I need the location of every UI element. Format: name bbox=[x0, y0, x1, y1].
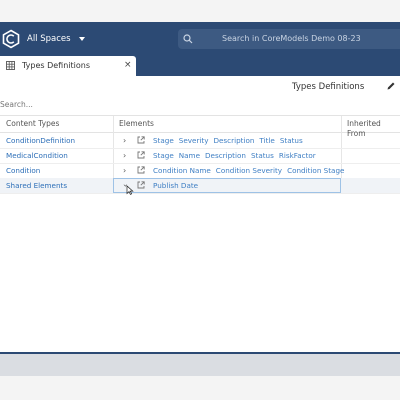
element-list: Condition Name Condition Severity Conditio… bbox=[153, 163, 349, 178]
spaces-label: All Spaces bbox=[27, 34, 71, 44]
spaces-dropdown[interactable]: All Spaces bbox=[27, 31, 85, 47]
main-panel: Types Definitions Search... Content Type… bbox=[0, 76, 400, 352]
element-chip[interactable]: Condition Name bbox=[153, 166, 211, 175]
caret-down-icon bbox=[78, 37, 85, 41]
content-type-link[interactable]: Condition bbox=[6, 163, 40, 178]
element-chip[interactable]: Status bbox=[251, 151, 274, 160]
pencil-icon[interactable] bbox=[386, 81, 396, 91]
element-chip[interactable]: Description bbox=[213, 136, 254, 145]
element-chip[interactable]: RiskFactor bbox=[279, 151, 316, 160]
element-chip[interactable]: Name bbox=[179, 151, 200, 160]
table-row[interactable]: ConditionDefinition › Stage Severity Descr… bbox=[0, 133, 400, 149]
element-list: Publish Date bbox=[153, 178, 203, 193]
column-header-content-types[interactable]: Content Types bbox=[6, 119, 59, 129]
element-chip[interactable]: Condition Stage bbox=[287, 166, 344, 175]
element-chip[interactable]: Condition Severity bbox=[216, 166, 282, 175]
table-row-selected[interactable]: Shared Elements › Publish Date bbox=[0, 178, 400, 195]
external-link-icon[interactable] bbox=[137, 151, 145, 159]
app-header: All Spaces Search in CoreModels Demo 08-… bbox=[0, 22, 400, 56]
cursor-icon bbox=[126, 185, 134, 195]
content-type-link[interactable]: MedicalCondition bbox=[6, 148, 68, 163]
chevron-right-icon[interactable]: › bbox=[123, 148, 126, 163]
element-chip[interactable]: Publish Date bbox=[153, 181, 198, 190]
content-type-link[interactable]: ConditionDefinition bbox=[6, 133, 75, 148]
external-link-icon[interactable] bbox=[137, 181, 145, 189]
table-row[interactable]: MedicalCondition › Stage Name Description S… bbox=[0, 148, 400, 164]
selected-cell-outline bbox=[113, 178, 341, 193]
tab-types-definitions[interactable]: Types Definitions × bbox=[0, 56, 136, 76]
search-placeholder: Search in CoreModels Demo 08-23 bbox=[222, 34, 361, 43]
column-header-elements[interactable]: Elements bbox=[119, 119, 154, 129]
external-link-icon[interactable] bbox=[137, 136, 145, 144]
coremodels-logo-icon[interactable] bbox=[1, 29, 21, 49]
search-icon bbox=[183, 34, 193, 44]
chevron-right-icon[interactable]: › bbox=[123, 163, 126, 178]
element-chip[interactable]: Title bbox=[259, 136, 274, 145]
tab-label: Types Definitions bbox=[22, 61, 90, 70]
tab-bar: Types Definitions × bbox=[0, 56, 400, 76]
table-row[interactable]: Condition › Condition Name Condition Seve… bbox=[0, 163, 400, 179]
chevron-right-icon[interactable]: › bbox=[123, 133, 126, 148]
external-link-icon[interactable] bbox=[137, 166, 145, 174]
element-chip[interactable]: Stage bbox=[153, 151, 174, 160]
element-chip[interactable]: Description bbox=[205, 151, 246, 160]
element-list: Stage Name Description Status RiskFactor bbox=[153, 148, 321, 163]
element-chip[interactable]: Status bbox=[280, 136, 303, 145]
element-chip[interactable]: Severity bbox=[179, 136, 209, 145]
element-chip[interactable]: Stage bbox=[153, 136, 174, 145]
global-search-input[interactable]: Search in CoreModels Demo 08-23 bbox=[178, 29, 400, 49]
table-header: Content Types Elements Inherited From bbox=[0, 115, 400, 138]
filter-input[interactable]: Search... bbox=[0, 100, 33, 110]
element-list: Stage Severity Description Title Status bbox=[153, 133, 308, 148]
close-icon[interactable]: × bbox=[124, 59, 132, 71]
grid-icon bbox=[6, 61, 15, 70]
top-band bbox=[0, 0, 400, 22]
footer-bar bbox=[0, 354, 400, 376]
page-title: Types Definitions bbox=[292, 82, 365, 92]
content-type-link[interactable]: Shared Elements bbox=[6, 178, 67, 193]
bottom-band bbox=[0, 376, 400, 400]
